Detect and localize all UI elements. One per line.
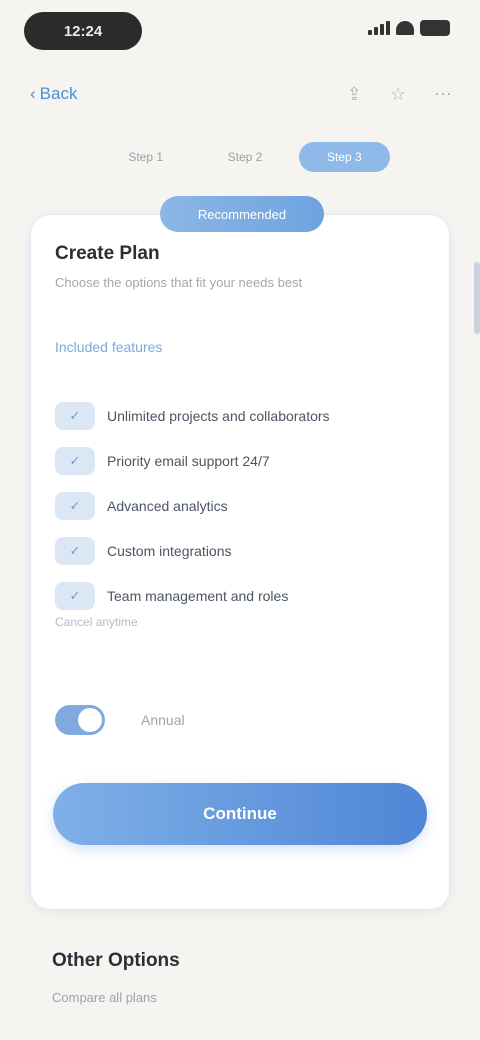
recommended-badge: Recommended (160, 196, 324, 232)
share-icon[interactable]: ⇪ (347, 84, 362, 105)
feature-text: Custom integrations (107, 542, 232, 559)
feature-list: ✓ Unlimited projects and collaborators ✓… (55, 393, 425, 618)
check-icon: ✓ (55, 581, 95, 610)
star-icon[interactable]: ☆ (390, 84, 406, 105)
card-title: Create Plan (55, 243, 160, 264)
section-title: Other Options (52, 950, 180, 971)
section-label: Included features (55, 339, 163, 355)
list-item: ✓ Advanced analytics (55, 483, 425, 528)
signal-icon (368, 21, 390, 35)
footnote: Cancel anytime (55, 615, 138, 629)
feature-text: Advanced analytics (107, 497, 228, 514)
step-tabs: Step 1 Step 2 Step 3 (100, 140, 390, 174)
nav-bar: ‹ Back ⇪ ☆ ⋯ (0, 70, 480, 120)
check-icon: ✓ (55, 401, 95, 430)
card-subtitle: Choose the options that fit your needs b… (55, 275, 303, 290)
list-item: ✓ Custom integrations (55, 528, 425, 573)
nav-icons: ⇪ ☆ ⋯ (347, 84, 452, 105)
chevron-left-icon: ‹ (30, 84, 36, 103)
toggle-label: Annual (141, 712, 185, 728)
check-icon: ✓ (55, 491, 95, 520)
status-icons (368, 20, 450, 36)
toggle-row: Annual (55, 705, 185, 735)
tab-step-1[interactable]: Step 1 (100, 142, 191, 172)
section-subtitle: Compare all plans (52, 990, 157, 1005)
list-item: ✓ Unlimited projects and collaborators (55, 393, 425, 438)
scrollbar[interactable] (474, 262, 480, 334)
list-item: ✓ Priority email support 24/7 (55, 438, 425, 483)
back-label: Back (39, 84, 78, 103)
more-icon[interactable]: ⋯ (434, 84, 452, 105)
tab-step-2[interactable]: Step 2 (199, 142, 290, 172)
feature-text: Team management and roles (107, 587, 289, 604)
battery-icon (420, 20, 450, 36)
tab-step-3[interactable]: Step 3 (298, 142, 390, 172)
back-button[interactable]: ‹ Back (30, 84, 77, 104)
feature-text: Unlimited projects and collaborators (107, 407, 330, 424)
feature-text: Priority email support 24/7 (107, 452, 270, 469)
annual-toggle[interactable] (55, 705, 105, 735)
list-item: ✓ Team management and roles (55, 573, 425, 618)
check-icon: ✓ (55, 446, 95, 475)
check-icon: ✓ (55, 536, 95, 565)
plan-card: Create Plan Choose the options that fit … (30, 214, 450, 910)
status-bar: 12:24 (0, 0, 480, 64)
status-time: 12:24 (24, 12, 142, 50)
continue-button[interactable]: Continue (53, 783, 427, 845)
wifi-icon (396, 21, 414, 35)
